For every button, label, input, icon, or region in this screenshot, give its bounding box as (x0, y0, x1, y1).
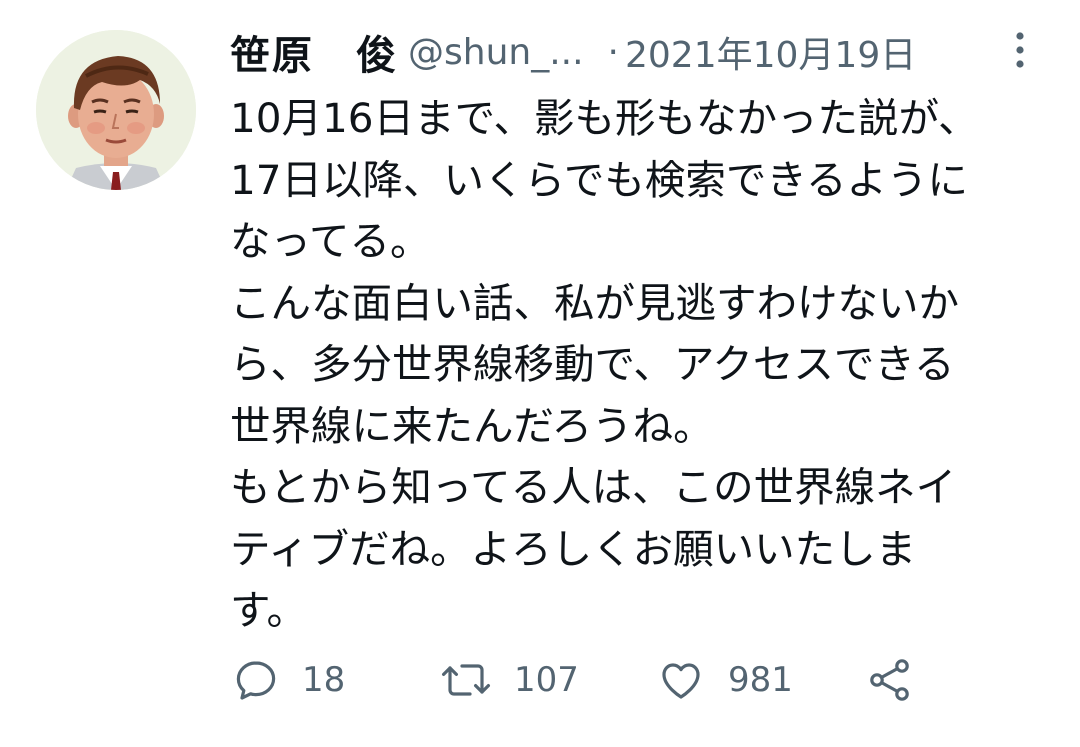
retweet-button[interactable]: 107 (440, 652, 579, 708)
tweet-text: 10月16日まで、影も形もなかった説が、 17日以降、いくらでも検索できるように… (230, 94, 979, 634)
avatar[interactable] (36, 30, 196, 190)
heart-icon (662, 663, 700, 699)
tweet-actions: 18 107 981 (232, 652, 952, 708)
tweet[interactable]: 笹原 俊 @shun_... · 2021年10月19日 10月16日まで、影も… (0, 0, 1080, 747)
share-icon (870, 659, 909, 701)
display-name[interactable]: 笹原 俊 (230, 23, 398, 81)
avatar-illustration (36, 30, 196, 190)
like-count: 981 (728, 660, 793, 700)
reply-icon (236, 661, 276, 700)
tweet-date[interactable]: 2021年10月19日 (625, 26, 916, 78)
like-button[interactable]: 981 (656, 652, 793, 708)
more-options-icon[interactable] (1006, 30, 1034, 70)
share-button[interactable] (866, 652, 914, 708)
retweet-icon (442, 664, 490, 696)
retweet-count: 107 (514, 660, 579, 700)
separator: · (607, 31, 619, 73)
reply-count: 18 (302, 660, 346, 700)
tweet-header: 笹原 俊 @shun_... · 2021年10月19日 (230, 24, 1030, 80)
reply-button[interactable]: 18 (232, 652, 345, 708)
user-handle[interactable]: @shun_... (408, 32, 584, 73)
